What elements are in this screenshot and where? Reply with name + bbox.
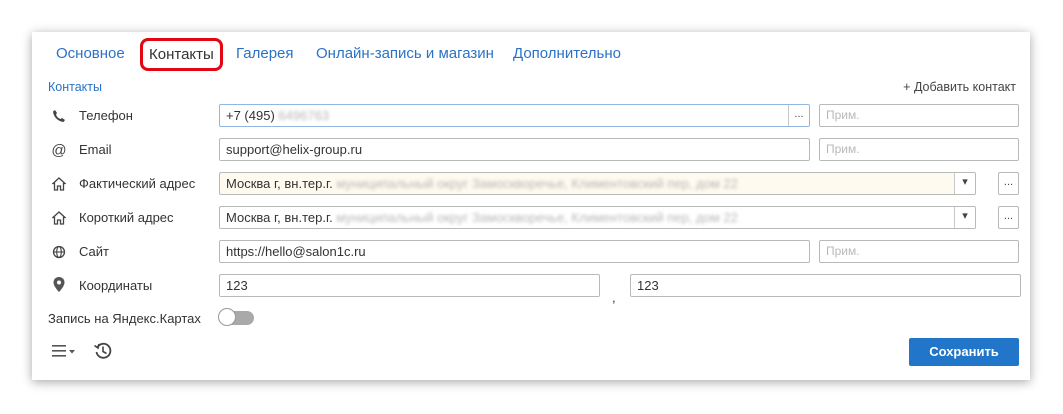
- save-button[interactable]: Сохранить: [909, 338, 1019, 366]
- phone-label: Телефон: [79, 108, 133, 123]
- at-icon: @: [51, 141, 67, 159]
- contacts-panel: Основное Контакты Галерея Онлайн-запись …: [32, 32, 1030, 380]
- yandex-toggle-label: Запись на Яндекс.Картах: [48, 311, 201, 326]
- tab-contacts[interactable]: Контакты: [140, 38, 223, 71]
- email-input[interactable]: support@helix-group.ru: [219, 138, 810, 161]
- coords-label: Координаты: [79, 278, 153, 293]
- menu-icon[interactable]: [52, 344, 78, 361]
- tab-online-booking[interactable]: Онлайн-запись и магазин: [316, 45, 494, 62]
- site-note-input[interactable]: Прим.: [819, 240, 1019, 263]
- short-address-more-button[interactable]: ...: [998, 206, 1019, 229]
- tab-main[interactable]: Основное: [56, 45, 125, 62]
- actual-address-input[interactable]: Москва г, вн.тер.г. муниципальный округ …: [219, 172, 976, 195]
- actual-address-more-button[interactable]: ...: [998, 172, 1019, 195]
- latitude-input[interactable]: 123: [219, 274, 600, 297]
- actual-address-value-hidden: муниципальный округ Замоскворечье, Климе…: [336, 176, 738, 191]
- section-title: Контакты: [48, 80, 102, 94]
- actual-address-value: Москва г, вн.тер.г.: [226, 176, 333, 191]
- phone-more-button[interactable]: ...: [788, 105, 809, 126]
- map-pin-icon: [50, 276, 68, 294]
- home-icon: [50, 209, 68, 227]
- phone-value-hidden: 6496763: [278, 108, 330, 123]
- actual-address-dropdown-button[interactable]: ▾: [954, 173, 975, 194]
- tab-bar: Основное Контакты Галерея Онлайн-запись …: [32, 32, 1030, 74]
- longitude-input[interactable]: 123: [630, 274, 1021, 297]
- short-address-value-hidden: муниципальный округ Замоскворечье, Климе…: [336, 210, 738, 225]
- home-icon: [50, 175, 68, 193]
- short-address-dropdown-button[interactable]: ▾: [954, 207, 975, 228]
- tab-additional[interactable]: Дополнительно: [513, 45, 621, 62]
- actual-address-label: Фактический адрес: [79, 176, 196, 191]
- email-note-input[interactable]: Прим.: [819, 138, 1019, 161]
- site-label: Сайт: [79, 244, 109, 259]
- short-address-value: Москва г, вн.тер.г.: [226, 210, 333, 225]
- phone-input[interactable]: +7 (495) 6496763 ...: [219, 104, 810, 127]
- yandex-maps-toggle[interactable]: [218, 308, 254, 326]
- email-label: Email: [79, 142, 112, 157]
- phone-icon: [50, 107, 68, 125]
- add-contact-link[interactable]: + Добавить контакт: [903, 80, 1016, 94]
- toggle-knob: [218, 308, 236, 326]
- phone-value: +7 (495): [226, 108, 275, 123]
- phone-note-input[interactable]: Прим.: [819, 104, 1019, 127]
- globe-icon: [50, 243, 68, 261]
- site-input[interactable]: https://hello@salon1c.ru: [219, 240, 810, 263]
- tab-gallery[interactable]: Галерея: [236, 45, 294, 62]
- short-address-input[interactable]: Москва г, вн.тер.г. муниципальный округ …: [219, 206, 976, 229]
- coords-separator: ,: [612, 290, 616, 305]
- history-icon[interactable]: [93, 341, 113, 364]
- short-address-label: Короткий адрес: [79, 210, 174, 225]
